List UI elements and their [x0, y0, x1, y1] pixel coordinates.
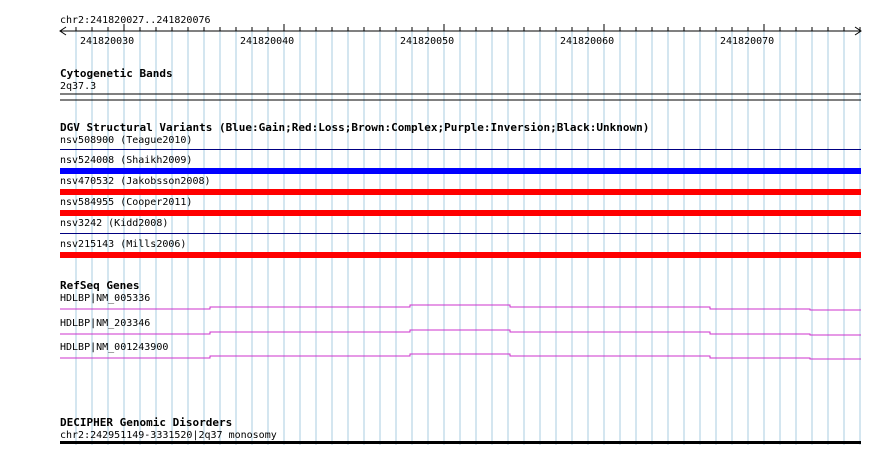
ruler-tick-label: 241820070	[720, 36, 775, 47]
variant-label[interactable]: nsv508900 (Teague2010)	[60, 135, 192, 146]
variant-label[interactable]: nsv470532 (Jakobsson2008)	[60, 176, 211, 187]
ruler-range-label: chr2:241820027..241820076	[60, 15, 211, 26]
variant-bar-nsv470532[interactable]	[60, 189, 861, 195]
gene-label[interactable]: HDLBP|NM_001243900	[60, 342, 168, 353]
decipher-entry-label[interactable]: chr2:242951149-3331520|2q37 monosomy	[60, 430, 277, 441]
decipher-track-title: DECIPHER Genomic Disorders	[60, 416, 233, 429]
decipher-bar[interactable]	[60, 441, 861, 444]
ruler-tick-label: 241820050	[400, 36, 455, 47]
ruler-tick-label: 241820030	[80, 36, 135, 47]
variant-label[interactable]: nsv3242 (Kidd2008)	[60, 218, 168, 229]
ruler-tick-label: 241820060	[560, 36, 615, 47]
gridlines	[75, 31, 861, 445]
gene-label[interactable]: HDLBP|NM_005336	[60, 293, 150, 304]
variant-bar-nsv584955[interactable]	[60, 210, 861, 216]
cytoband-label[interactable]: 2q37.3	[60, 81, 96, 92]
dgv-track-title: DGV Structural Variants (Blue:Gain;Red:L…	[60, 121, 650, 134]
ruler-tick-label: 241820040	[240, 36, 295, 47]
variant-bar-nsv524008[interactable]	[60, 168, 861, 174]
gene-label[interactable]: HDLBP|NM_203346	[60, 318, 150, 329]
variant-bar-nsv215143[interactable]	[60, 252, 861, 258]
refseq-track-title: RefSeq Genes	[60, 279, 140, 292]
variant-label[interactable]: nsv215143 (Mills2006)	[60, 239, 186, 250]
cytoband-track-title: Cytogenetic Bands	[60, 67, 173, 80]
variant-label[interactable]: nsv584955 (Cooper2011)	[60, 197, 192, 208]
variant-label[interactable]: nsv524008 (Shaikh2009)	[60, 155, 192, 166]
